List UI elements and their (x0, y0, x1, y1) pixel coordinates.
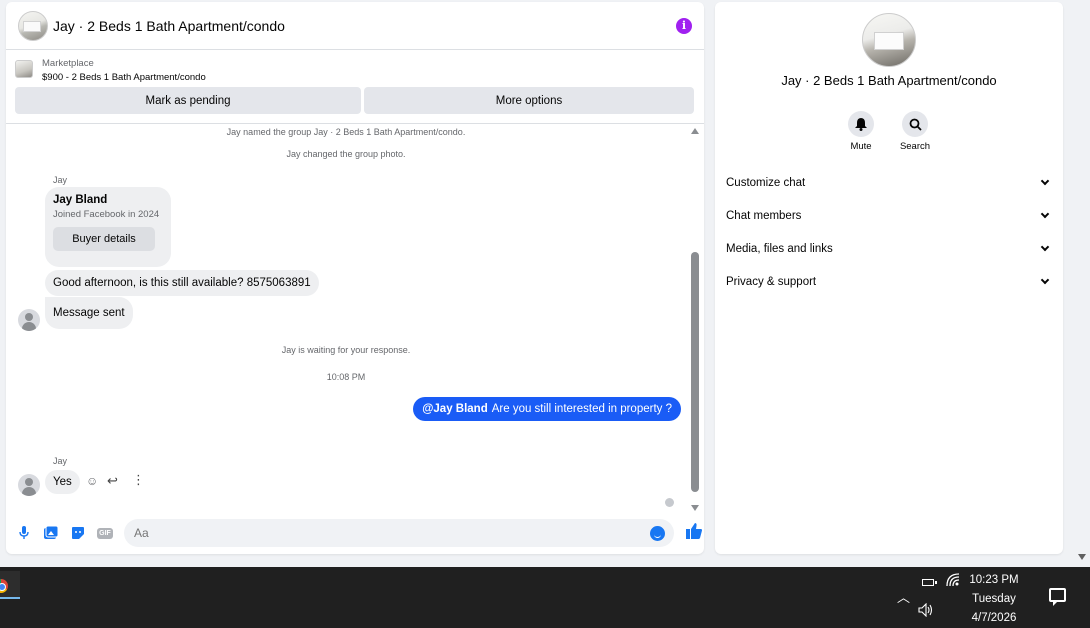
chevron-up-icon[interactable]: ︿ (897, 587, 910, 606)
chevron-down-icon (1040, 209, 1050, 219)
sender-name: Jay (53, 175, 68, 185)
sender-name: Jay (53, 456, 68, 466)
avatar[interactable] (18, 309, 40, 331)
taskbar: ︿ 10:23 PM Tuesday 4/7/2026 (0, 567, 1090, 628)
scroll-thumb[interactable] (691, 252, 699, 492)
react-icon[interactable]: ☺ (86, 474, 98, 488)
microphone-icon[interactable] (16, 525, 32, 541)
timestamp: 10:08 PM (326, 372, 366, 382)
emoji-icon[interactable] (650, 526, 665, 541)
scroll-up-arrow[interactable] (691, 128, 699, 134)
chrome-taskbar-button[interactable] (0, 571, 20, 599)
system-message-photo: Jay changed the group photo. (286, 149, 406, 159)
composer: GIF (6, 517, 704, 549)
more-icon[interactable]: ⋮ (132, 472, 145, 488)
like-icon[interactable] (686, 522, 702, 544)
search-icon (902, 111, 928, 137)
photo-icon[interactable] (43, 525, 59, 541)
info-icon[interactable]: i (676, 17, 692, 34)
search-label: Search (899, 141, 931, 152)
chrome-icon (0, 579, 8, 593)
sticker-icon[interactable] (70, 525, 86, 541)
volume-icon[interactable] (918, 602, 934, 620)
search-button[interactable]: Search (895, 111, 935, 152)
section-label: Chat members (726, 210, 802, 222)
message-list: Jay named the group Jay · 2 Beds 1 Bath … (6, 125, 704, 510)
clock-time: 10:23 PM (969, 574, 1019, 586)
chat-members-section[interactable]: Chat members (726, 205, 1052, 227)
chevron-down-icon (1040, 176, 1050, 186)
section-label: Customize chat (726, 177, 806, 189)
chevron-down-icon (1040, 242, 1050, 252)
more-options-button[interactable]: More options (364, 87, 694, 114)
group-photo[interactable] (862, 13, 916, 67)
notification-icon[interactable] (1049, 588, 1066, 606)
customize-chat-section[interactable]: Customize chat (726, 172, 1052, 194)
system-clock[interactable]: 10:23 PM Tuesday 4/7/2026 (964, 571, 1024, 628)
buyer-details-button[interactable]: Buyer details (53, 227, 155, 251)
mark-as-pending-button[interactable]: Mark as pending (15, 87, 361, 114)
listing-title[interactable]: $900 - 2 Beds 1 Bath Apartment/condo (42, 72, 206, 83)
message-bubble[interactable]: Yes (45, 470, 80, 494)
clock-day: Tuesday (972, 593, 1016, 605)
bell-icon (848, 111, 874, 137)
chat-header: Jay · 2 Beds 1 Bath Apartment/condo i (6, 2, 704, 50)
gif-icon[interactable]: GIF (97, 525, 113, 541)
seen-avatar (665, 498, 674, 507)
page-scroll-down-arrow[interactable] (1078, 554, 1086, 560)
section-label: Privacy & support (726, 276, 817, 288)
wifi-icon[interactable] (946, 573, 960, 590)
media-files-links-section[interactable]: Media, files and links (726, 238, 1052, 260)
group-avatar[interactable] (18, 10, 48, 41)
buyer-name[interactable]: Jay Bland (53, 194, 163, 206)
outgoing-message[interactable]: @Jay Bland Are you still interested in p… (413, 397, 681, 421)
chat-title[interactable]: Jay · 2 Beds 1 Bath Apartment/condo (53, 18, 285, 34)
system-message-waiting: Jay is waiting for your response. (281, 345, 411, 355)
battery-icon[interactable] (922, 579, 937, 586)
clock-date: 4/7/2026 (971, 612, 1017, 624)
listing-thumbnail[interactable] (15, 60, 33, 78)
listing-actions: Mark as pending More options (15, 87, 694, 114)
info-title: Jay · 2 Beds 1 Bath Apartment/condo (781, 73, 997, 88)
message-input-box[interactable] (124, 519, 674, 547)
privacy-support-section[interactable]: Privacy & support (726, 271, 1052, 293)
buyer-card: Jay Bland Joined Facebook in 2024 Buyer … (45, 187, 171, 267)
mute-button[interactable]: Mute (841, 111, 881, 152)
message-scrollbar[interactable] (690, 128, 702, 511)
chevron-down-icon (1040, 275, 1050, 285)
section-label: Media, files and links (726, 243, 833, 255)
buyer-joined: Joined Facebook in 2024 (53, 209, 160, 220)
message-bubble[interactable]: Message sent (45, 297, 133, 329)
mute-label: Mute (850, 141, 872, 152)
marketplace-label: Marketplace (42, 58, 94, 69)
message-input[interactable] (134, 526, 614, 540)
scroll-down-arrow[interactable] (691, 505, 699, 511)
system-message-renamed: Jay named the group Jay · 2 Beds 1 Bath … (226, 127, 466, 137)
message-bubble[interactable]: Good afternoon, is this still available?… (45, 270, 319, 296)
reply-icon[interactable]: ↩ (107, 473, 118, 489)
chat-info-panel: Jay · 2 Beds 1 Bath Apartment/condo Mute… (715, 2, 1063, 554)
mention[interactable]: @Jay Bland (422, 403, 488, 415)
outgoing-text: Are you still interested in property ? (491, 403, 672, 415)
chat-panel: Jay · 2 Beds 1 Bath Apartment/condo i Ma… (6, 2, 704, 554)
avatar[interactable] (18, 474, 40, 496)
